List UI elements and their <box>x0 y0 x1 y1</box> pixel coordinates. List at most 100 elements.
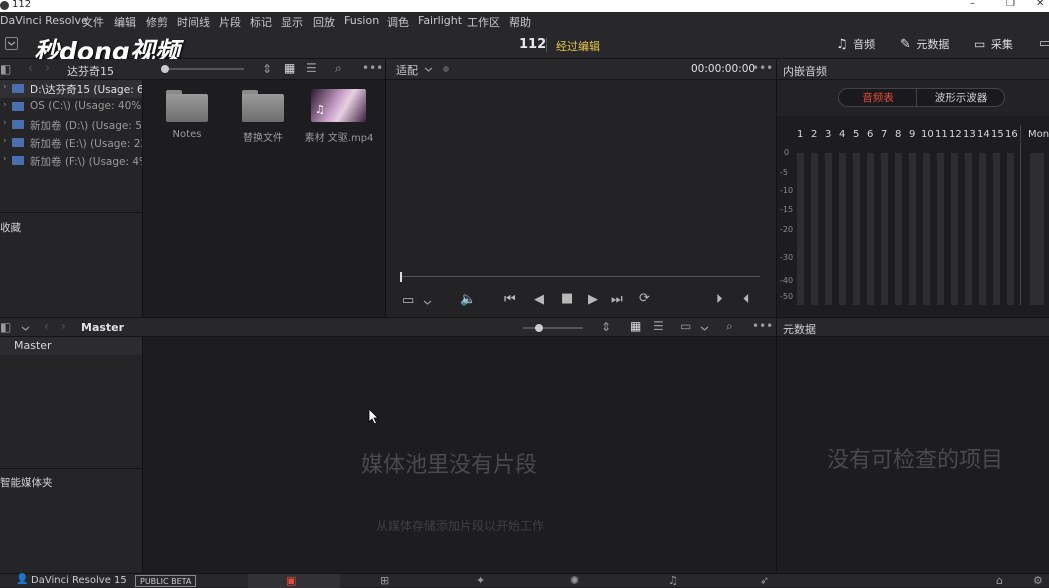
chevron-down-icon <box>7 41 16 46</box>
sort-icon[interactable]: ⇕ <box>601 320 611 334</box>
back-arrow-icon[interactable]: ‹ <box>28 61 33 75</box>
bin-list: Master 智能媒体夹 <box>0 337 142 573</box>
restore-button[interactable]: ❐ <box>1006 0 1015 9</box>
metadata-tool-button[interactable]: ✎ 元数据 <box>900 36 949 54</box>
db-mark: -30 <box>780 253 794 262</box>
thumbnail-size-slider[interactable] <box>523 324 583 332</box>
channel-label: 14 <box>977 129 990 140</box>
media-pool-area[interactable]: 媒体池里没有片段 从媒体存储添加片段以开始工作 <box>143 337 776 573</box>
drive-item[interactable]: › OS (C:\) (Usage: 40%) <box>0 98 145 116</box>
chevron-right-icon: › <box>3 82 7 92</box>
audio-meter <box>867 153 874 305</box>
tab-waveform-scope[interactable]: 波形示波器 <box>919 90 1003 105</box>
metadata-area: 没有可检查的项目 <box>777 337 1049 573</box>
divider <box>916 89 917 106</box>
menu-view[interactable]: 显示 <box>281 14 303 30</box>
beta-badge: PUBLIC BETA <box>135 575 197 587</box>
more-options-icon[interactable]: ••• <box>752 61 773 75</box>
edit-page-icon[interactable]: ⊞ <box>380 574 389 587</box>
folder-icon[interactable] <box>166 90 208 122</box>
chevron-down-icon <box>423 300 432 305</box>
grid-view-icon[interactable]: ▦ <box>630 319 641 333</box>
clip-name: 素材 文驱.mp4 <box>304 133 374 144</box>
menu-playback[interactable]: 回放 <box>313 14 335 30</box>
menu-mark[interactable]: 标记 <box>250 14 272 30</box>
next-clip-icon[interactable]: ⏵ <box>716 292 723 307</box>
home-icon[interactable]: ⌂ <box>996 574 1003 587</box>
more-options-icon[interactable]: ••• <box>362 61 383 75</box>
monitor-icon[interactable]: ▭ <box>1039 36 1049 51</box>
speaker-icon[interactable]: 🔈 <box>460 292 476 307</box>
folder-icon[interactable] <box>242 90 284 122</box>
skip-to-end-icon[interactable]: ⏭ <box>611 292 623 307</box>
menu-help[interactable]: 帮助 <box>509 14 531 30</box>
color-page-icon[interactable]: ✺ <box>570 574 579 587</box>
menu-edit[interactable]: 编辑 <box>114 14 136 30</box>
viewer-options-icon[interactable]: ▭ <box>402 293 414 308</box>
menu-color[interactable]: 调色 <box>387 14 409 30</box>
menu-trim[interactable]: 修剪 <box>146 14 168 30</box>
audio-tool-button[interactable]: ♫ 音频 <box>836 36 875 54</box>
menu-clip[interactable]: 片段 <box>219 14 241 30</box>
previous-clip-icon[interactable]: ⏴ <box>743 292 750 307</box>
audio-meter <box>811 153 818 305</box>
channel-label: 9 <box>909 129 916 140</box>
fairlight-page-icon[interactable]: ♫ <box>668 574 678 587</box>
audio-meter <box>909 153 916 305</box>
list-view-icon[interactable]: ☰ <box>653 319 664 333</box>
metadata-header: 元数据 <box>777 317 1049 337</box>
settings-gear-icon[interactable]: ⚙ <box>1033 574 1043 587</box>
channel-label: 6 <box>867 129 874 140</box>
chevron-down-icon <box>424 67 433 72</box>
search-icon[interactable]: ⌕ <box>726 319 733 334</box>
panel-layout-icon[interactable]: ◧ <box>0 62 11 76</box>
playhead[interactable] <box>400 272 402 282</box>
deliver-page-icon[interactable]: ➶ <box>760 574 769 587</box>
menu-fusion[interactable]: Fusion <box>344 14 379 27</box>
stop-icon[interactable]: ■ <box>561 291 573 306</box>
channel-label: 7 <box>881 129 888 140</box>
grid-view-icon[interactable]: ▦ <box>284 61 295 75</box>
forward-arrow-icon[interactable]: › <box>61 319 66 333</box>
db-mark: 0 <box>784 148 790 157</box>
clip-view-icon[interactable]: ▭ <box>680 319 691 333</box>
folder-name: 替换文件 <box>243 133 283 144</box>
fit-dropdown[interactable]: 适配 <box>396 62 418 78</box>
menu-timeline[interactable]: 时间线 <box>177 14 210 30</box>
slider-handle[interactable] <box>535 324 543 332</box>
play-icon[interactable]: ▶ <box>588 292 598 307</box>
drive-item[interactable]: › D:\达芬奇15 (Usage: 6%) <box>0 80 158 98</box>
back-arrow-icon[interactable]: ‹ <box>44 319 49 333</box>
menu-file[interactable]: 文件 <box>82 14 104 30</box>
menu-davinci[interactable]: DaVinci Resolve <box>0 14 88 27</box>
panel-layout-icon[interactable]: ◧ <box>0 320 11 334</box>
menu-fairlight[interactable]: Fairlight <box>418 14 462 27</box>
audio-meter <box>1007 153 1014 305</box>
divider <box>546 38 547 52</box>
drive-item[interactable]: › 新加卷 (F:\) (Usage: 4%) <box>0 152 153 170</box>
fusion-page-icon[interactable]: ✦ <box>476 574 485 587</box>
loop-icon[interactable]: ⟳ <box>639 291 650 306</box>
drive-icon <box>12 84 24 93</box>
scrubber-track[interactable] <box>400 276 760 277</box>
thumbnail-size-slider[interactable] <box>161 65 244 73</box>
close-button[interactable]: ✕ <box>1036 0 1044 9</box>
slider-handle[interactable] <box>161 65 169 73</box>
tab-audio-meter[interactable]: 音频表 <box>840 90 916 105</box>
skip-to-start-icon[interactable]: ⏮ <box>504 292 516 307</box>
list-view-icon[interactable]: ☰ <box>306 61 317 75</box>
capture-tool-button[interactable]: ▭ 采集 <box>974 36 1013 54</box>
more-options-icon[interactable]: ••• <box>752 319 773 333</box>
sort-icon[interactable]: ⇕ <box>262 62 272 76</box>
menu-workspace[interactable]: 工作区 <box>467 14 500 30</box>
play-reverse-icon[interactable]: ◀ <box>534 292 544 307</box>
minimize-button[interactable]: – <box>970 0 975 9</box>
media-pool-toggle-button[interactable] <box>5 37 18 50</box>
clip-thumbnail[interactable]: ♫ <box>311 89 366 122</box>
search-icon[interactable]: ⌕ <box>335 61 342 76</box>
drive-item[interactable]: › 新加卷 (E:\) (Usage: 22%) <box>0 134 161 152</box>
forward-arrow-icon[interactable]: › <box>45 61 50 75</box>
drive-item[interactable]: › 新加卷 (D:\) (Usage: 5%) <box>0 116 156 134</box>
bin-item-master[interactable]: Master <box>0 337 142 355</box>
page-tab-media[interactable]: ▣ <box>248 574 340 588</box>
